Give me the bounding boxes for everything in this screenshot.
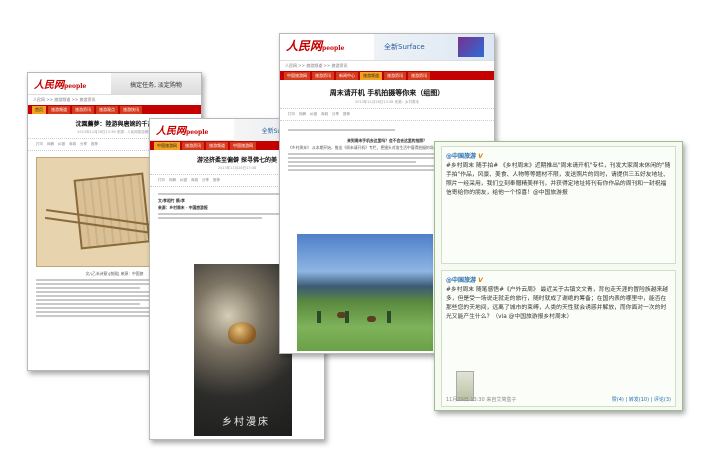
print-link[interactable]: 打印 — [158, 178, 165, 183]
nav-tab[interactable]: 中国旅游网 — [284, 71, 310, 80]
post-footer: 11月29日 13:30 来自艾简盒子 赞(4) | 转发(10) | 评论(3… — [446, 396, 671, 403]
print-link[interactable]: 打印 — [288, 112, 295, 117]
share-link[interactable]: 分享 — [332, 112, 339, 117]
site-header: 人民网people 全新Surface — [280, 34, 494, 61]
share-link[interactable]: 分享 — [202, 178, 209, 183]
weibo-posts-screenshot: @中国旅游 V #乡村周末 随手拍# 《乡村周末》近期推出"周末请开机"专栏，刊… — [434, 141, 683, 411]
article-meta: 2013年11月28日13:38 来源：乡村周末 — [354, 100, 419, 104]
nav-tab[interactable]: 旅游快讯 — [120, 105, 142, 114]
mall-link[interactable]: 商城 — [191, 178, 198, 183]
teacup-shape — [228, 322, 256, 344]
verified-badge-icon: V — [478, 153, 483, 160]
teacup-photo: 乡村漫床 — [194, 264, 292, 436]
post-text: #乡村周末 随手拍# 《乡村周末》近期推出"周末请开机"专栏，刊发大家周末休闲的… — [446, 163, 671, 196]
text-line — [288, 161, 417, 163]
text-line — [288, 129, 395, 131]
sketch-house — [73, 172, 151, 250]
breadcrumb: 人民网 >> 旅游频道 >> 旅游资讯 — [285, 63, 348, 68]
correct-link[interactable]: 纠错 — [180, 178, 187, 183]
weibo-post: @中国旅游 V #乡村周末 随笔感悟#《户外云周》 最近关于古镇文文青，背包走天… — [441, 270, 676, 407]
goat-shape — [337, 312, 346, 318]
people-logo: 人民网people — [156, 126, 209, 137]
nav-tab[interactable]: 中国旅游网 — [230, 141, 256, 150]
recommend-link[interactable]: 推荐 — [343, 112, 350, 117]
nav-tab[interactable]: 旅游频道 — [360, 71, 382, 80]
bookmark-link[interactable]: 网摘 — [169, 178, 176, 183]
goat-shape — [367, 316, 376, 322]
nav-tab[interactable]: 旅游资讯 — [182, 141, 204, 150]
article-title: 周末请开机 手机拍摄等你来（组图） — [329, 89, 445, 97]
comment-link[interactable]: 评论(3) — [654, 397, 671, 403]
breadcrumb: 人民网 >> 旅游频道 >> 旅游资讯 — [33, 97, 96, 102]
mall-link[interactable]: 商城 — [69, 142, 76, 147]
post-author[interactable]: @中国旅游 V — [442, 147, 675, 162]
recommend-link[interactable]: 推荐 — [213, 178, 220, 183]
photo-watermark: 乡村漫床 — [222, 417, 270, 428]
collage-canvas: 人民网people 搞定任务, 淡定购物 人民网 >> 旅游频道 >> 旅游资讯… — [0, 0, 705, 457]
correct-link[interactable]: 纠错 — [58, 142, 65, 147]
text-line — [36, 303, 140, 305]
weibo-post: @中国旅游 V #乡村周末 随手拍# 《乡村周末》近期推出"周末请开机"专栏，刊… — [441, 146, 676, 264]
mall-link[interactable]: 商城 — [321, 112, 328, 117]
article-tools: 打印 网摘 纠错 商城 分享 推荐 — [280, 108, 494, 121]
post-time-source: 11月29日 13:30 来自艾简盒子 — [446, 397, 517, 403]
nav-tab[interactable]: 旅游频道 — [206, 141, 228, 150]
verified-badge-icon: V — [478, 277, 483, 284]
bookmark-link[interactable]: 网摘 — [47, 142, 54, 147]
ad-banner[interactable]: 搞定任务, 淡定购物 — [111, 73, 201, 95]
nav-tab[interactable]: 中国旅游网 — [154, 141, 180, 150]
windows-tablet-icon — [458, 37, 484, 57]
bookmark-link[interactable]: 网摘 — [299, 112, 306, 117]
repost-link[interactable]: 转发(10) — [629, 397, 649, 403]
nav-tab[interactable]: 新闻中心 — [336, 71, 358, 80]
like-link[interactable]: 赞(4) — [612, 397, 624, 403]
ad-text: 全新Surface — [384, 43, 425, 51]
tree-shape — [317, 311, 321, 323]
people-logo: 人民网people — [286, 39, 345, 53]
channel-nav: 中国旅游网 旅游资讯 新闻中心 旅游频道 旅游资讯 旅游资讯 — [280, 71, 494, 80]
nav-tab[interactable]: 首页 — [32, 105, 46, 114]
nav-tab[interactable]: 旅游资讯 — [384, 71, 406, 80]
surface-ad-banner[interactable]: 全新Surface — [374, 34, 494, 60]
mountain-pasture-photo — [297, 234, 433, 351]
print-link[interactable]: 打印 — [36, 142, 43, 147]
share-link[interactable]: 分享 — [80, 142, 87, 147]
post-author[interactable]: @中国旅游 V — [442, 271, 675, 286]
nav-tab[interactable]: 旅游资讯 — [408, 71, 430, 80]
tree-shape — [387, 311, 391, 323]
site-header: 人民网people 搞定任务, 淡定购物 — [28, 73, 201, 95]
nav-tab[interactable]: 旅游资讯 — [72, 105, 94, 114]
channel-nav: 首页 旅游频道 旅游资讯 旅游观点 旅游快讯 — [28, 105, 201, 114]
text-line — [36, 287, 140, 289]
text-line — [158, 217, 263, 219]
post-actions: 赞(4) | 转发(10) | 评论(3) — [611, 397, 671, 403]
nav-tab[interactable]: 旅游频道 — [48, 105, 70, 114]
recommend-link[interactable]: 推荐 — [91, 142, 98, 147]
correct-link[interactable]: 纠错 — [310, 112, 317, 117]
post-text: #乡村周末 随笔感悟#《户外云周》 最近关于古镇文文青，背包走天涯的冒险族越来越… — [446, 287, 669, 320]
nav-tab[interactable]: 旅游观点 — [96, 105, 118, 114]
nav-tab[interactable]: 旅游资讯 — [312, 71, 334, 80]
people-logo: 人民网people — [34, 80, 87, 91]
